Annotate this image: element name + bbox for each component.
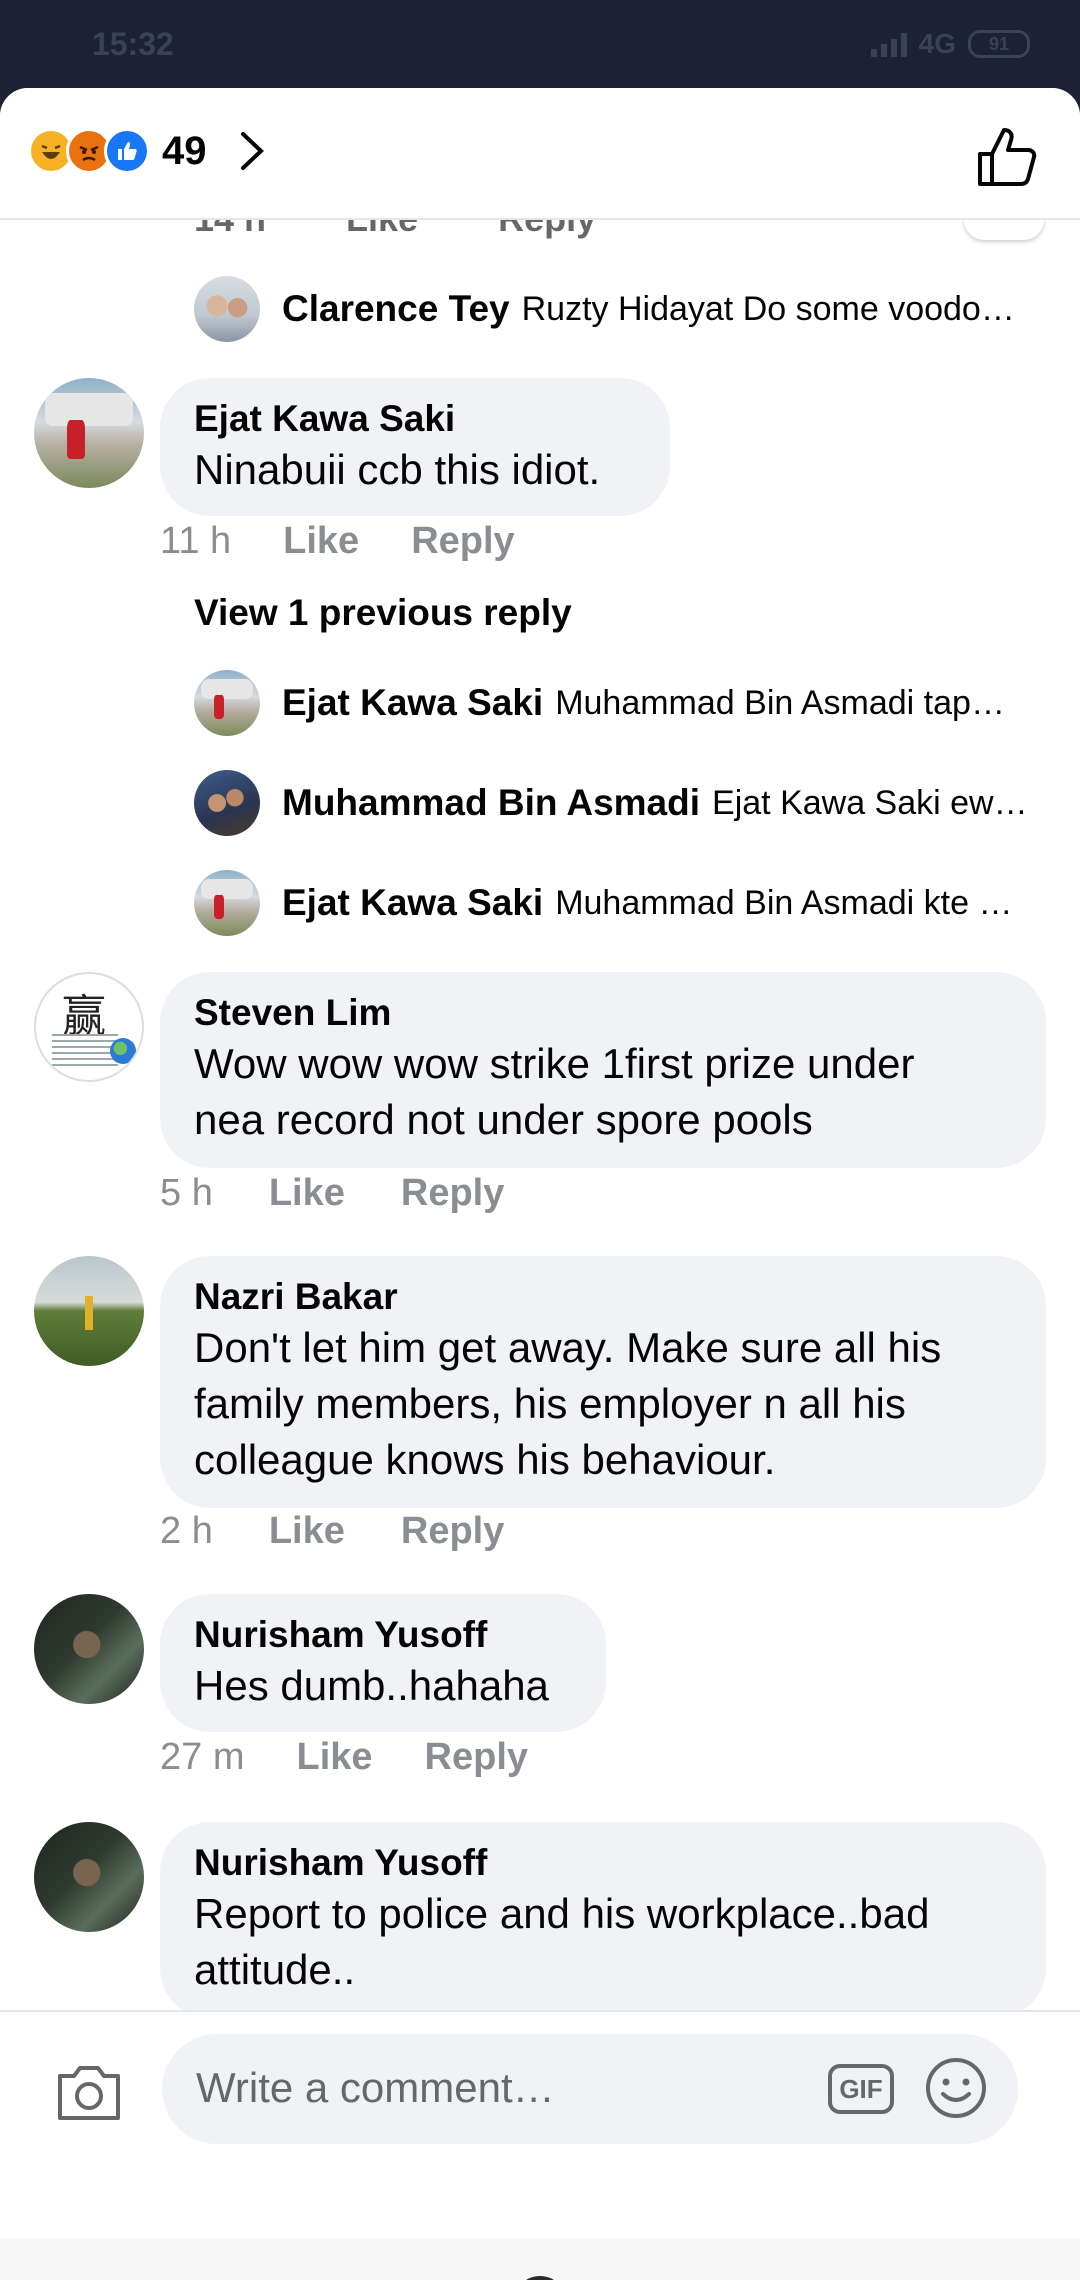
system-nav-bar xyxy=(0,2238,1080,2280)
avatar[interactable] xyxy=(34,1256,144,1366)
comment-text-line: Report to police and his workplace..bad xyxy=(194,1890,930,1937)
camera-icon[interactable] xyxy=(54,2062,124,2122)
like-comment-button[interactable]: Like xyxy=(269,1510,345,1553)
like-comment-button[interactable]: Like xyxy=(296,1736,372,1779)
comment-text-line: family members, his employer n all his xyxy=(194,1380,906,1427)
emoji-icon[interactable] xyxy=(924,2056,988,2120)
comment-author[interactable]: Steven Lim xyxy=(194,990,1012,1036)
avatar[interactable] xyxy=(34,1594,144,1704)
comment-bubble[interactable]: Nurisham Yusoff Report to police and his… xyxy=(160,1822,1046,2010)
chevron-right-icon xyxy=(240,132,264,170)
status-bar: 15:32 4G 91 xyxy=(0,0,1080,88)
avatar[interactable] xyxy=(34,378,144,488)
view-previous-replies-link[interactable]: View 1 previous reply xyxy=(194,592,572,634)
comment-time: 11 h xyxy=(160,520,232,562)
network-type: 4G xyxy=(918,28,956,59)
reply-collapsed[interactable]: Clarence Tey Ruzty Hidayat Do some voodo… xyxy=(194,276,1034,342)
home-button[interactable] xyxy=(514,2276,566,2280)
comment-text-line: Don't let him get away. Make sure all hi… xyxy=(194,1324,942,1371)
signal-icon xyxy=(870,31,907,57)
comment-author[interactable]: Nazri Bakar xyxy=(194,1274,1012,1320)
comment-time: 27 m xyxy=(160,1736,245,1778)
like-comment-button[interactable]: Like xyxy=(283,520,359,563)
comment-text-line: Wow wow wow strike 1first prize under xyxy=(194,1040,915,1087)
comments-sheet: 49 14 h Like Reply Clarence Tey Ruzty Hi… xyxy=(0,88,1080,2280)
reaction-badge xyxy=(964,220,1044,240)
comment-text-line: attitude.. xyxy=(194,1946,356,1993)
avatar[interactable] xyxy=(194,770,260,836)
comment-text: Hes dumb..hahaha xyxy=(194,1662,549,1709)
comments-list: 14 h Like Reply Clarence Tey Ruzty Hiday… xyxy=(0,220,1080,2010)
reply-author[interactable]: Ejat Kawa Saki xyxy=(282,682,543,724)
comment-author[interactable]: Ejat Kawa Saki xyxy=(194,396,636,442)
comment-author[interactable]: Nurisham Yusoff xyxy=(194,1612,572,1658)
comment-bubble[interactable]: Nazri Bakar Don't let him get away. Make… xyxy=(160,1256,1046,1508)
partial-comment-meta: 14 h Like Reply xyxy=(194,220,596,240)
reactions-header: 49 xyxy=(0,88,1080,220)
comment-bubble[interactable]: Nurisham Yusoff Hes dumb..hahaha xyxy=(160,1594,606,1732)
status-time: 15:32 xyxy=(92,26,174,62)
avatar[interactable]: 赢 xyxy=(34,972,144,1082)
comment-bubble[interactable]: Steven Lim Wow wow wow strike 1first pri… xyxy=(160,972,1046,1168)
reply-comment-button[interactable]: Reply xyxy=(425,1736,528,1779)
comment-actions: 27 m Like Reply xyxy=(160,1736,528,1779)
comment-time: 5 h xyxy=(160,1172,213,1214)
avatar[interactable] xyxy=(34,1822,144,1932)
reply-collapsed[interactable]: Ejat Kawa Saki Muhammad Bin Asmadi tap… xyxy=(194,670,1034,736)
gif-button[interactable]: GIF xyxy=(828,2064,894,2114)
avatar[interactable] xyxy=(194,276,260,342)
comment-actions: 2 h Like Reply xyxy=(160,1510,504,1553)
reply-preview: Ruzty Hidayat Do some voodo… xyxy=(521,289,1015,328)
avatar-lines xyxy=(52,1034,118,1068)
reply-author[interactable]: Muhammad Bin Asmadi xyxy=(282,782,700,824)
reply-comment-button[interactable]: Reply xyxy=(411,520,514,563)
like-comment-button[interactable]: Like xyxy=(269,1172,345,1215)
reply-comment-button[interactable]: Reply xyxy=(401,1172,504,1215)
globe-icon xyxy=(110,1038,136,1064)
reply-preview: Ejat Kawa Saki ew… xyxy=(712,783,1028,822)
reply-comment-button[interactable]: Reply xyxy=(401,1510,504,1553)
like-reaction-icon xyxy=(104,128,150,174)
comment-author[interactable]: Nurisham Yusoff xyxy=(194,1840,1012,1886)
avatar[interactable] xyxy=(194,870,260,936)
status-icons: 4G 91 xyxy=(870,28,1030,60)
comment-input[interactable]: Write a comment… GIF xyxy=(162,2034,1018,2144)
reply-collapsed[interactable]: Ejat Kawa Saki Muhammad Bin Asmadi kte … xyxy=(194,870,1034,936)
comment-text-line: nea record not under spore pools xyxy=(194,1096,813,1143)
comment-actions: 11 h Like Reply xyxy=(160,520,515,563)
reply-author[interactable]: Ejat Kawa Saki xyxy=(282,882,543,924)
comment-time: 2 h xyxy=(160,1510,213,1552)
comment-bubble[interactable]: Ejat Kawa Saki Ninabuii ccb this idiot. xyxy=(160,378,670,516)
reply-preview: Muhammad Bin Asmadi tap… xyxy=(555,683,1005,722)
reply-author[interactable]: Clarence Tey xyxy=(282,288,510,330)
reply-collapsed[interactable]: Muhammad Bin Asmadi Ejat Kawa Saki ew… xyxy=(194,770,1034,836)
avatar[interactable] xyxy=(194,670,260,736)
comment-actions: 5 h Like Reply xyxy=(160,1172,504,1215)
like-post-button[interactable] xyxy=(974,124,1040,190)
comment-input-placeholder: Write a comment… xyxy=(196,2064,555,2111)
battery-icon: 91 xyxy=(968,30,1030,58)
reply-preview: Muhammad Bin Asmadi kte … xyxy=(555,883,1013,922)
reaction-count: 49 xyxy=(162,128,207,173)
comment-text-line: colleague knows his behaviour. xyxy=(194,1436,776,1483)
comment-text: Ninabuii ccb this idiot. xyxy=(194,446,601,493)
reactions-summary[interactable]: 49 xyxy=(28,128,267,174)
